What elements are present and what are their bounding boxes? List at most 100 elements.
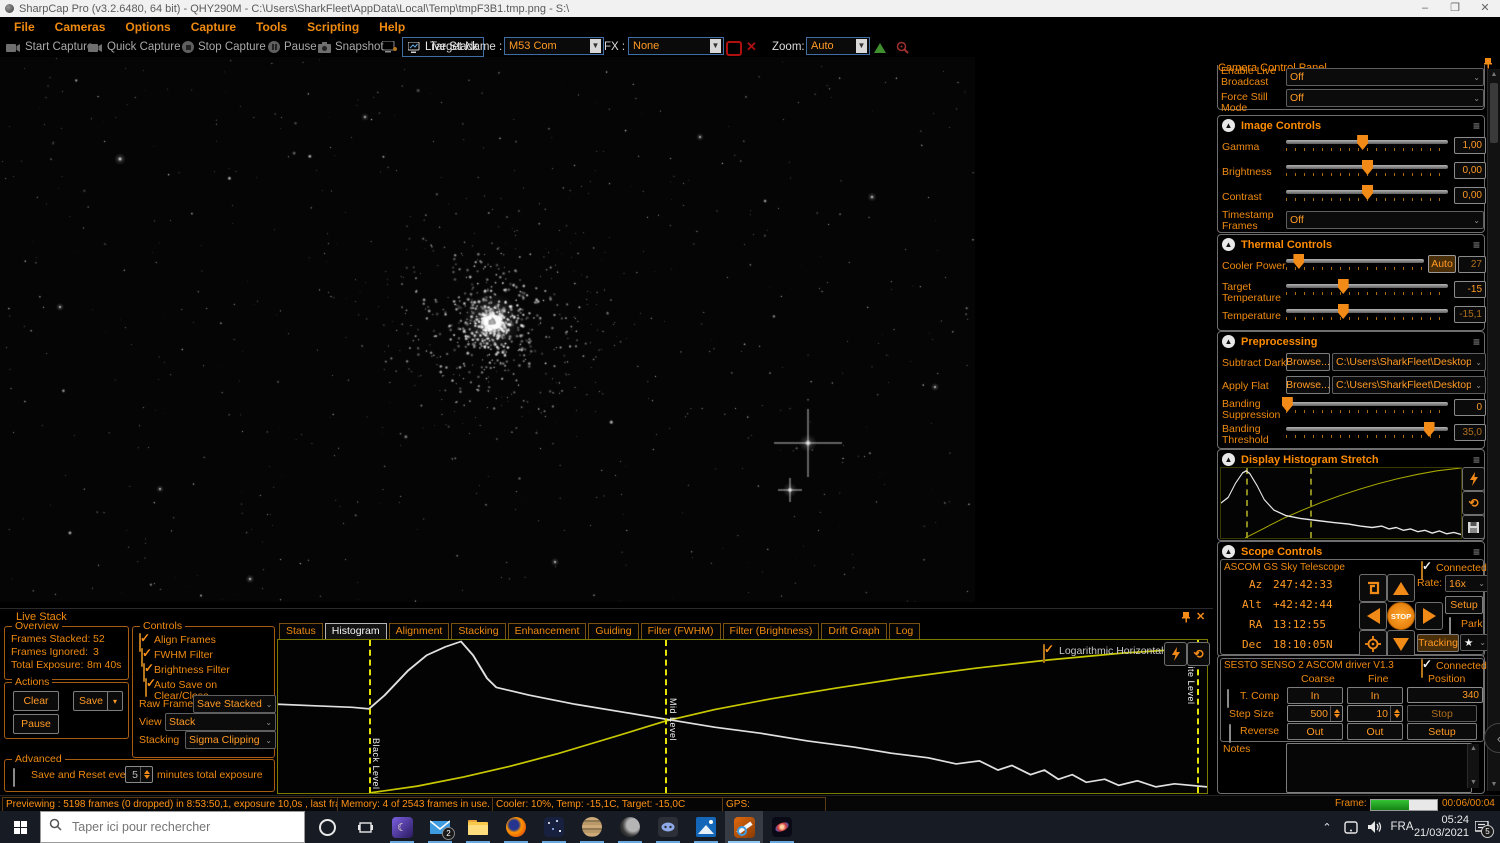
spinner-arrows-icon[interactable] — [1390, 706, 1402, 721]
start-capture-button[interactable]: Start Capture — [6, 37, 93, 57]
reticle-zoom-icon[interactable] — [896, 37, 909, 57]
search-input[interactable] — [70, 819, 284, 835]
spiral-search-button[interactable] — [1359, 574, 1387, 602]
spinner-arrows-icon[interactable] — [140, 767, 152, 782]
raw-frames-select[interactable]: Save Stacked⌄ — [193, 695, 276, 713]
notes-scrollbar[interactable]: ▲▼ — [1467, 744, 1479, 788]
pause-stack-button[interactable]: Pause — [13, 714, 59, 734]
save-stretch-button[interactable] — [1462, 515, 1485, 539]
cortana-icon[interactable] — [312, 811, 342, 843]
galaxy-app-icon[interactable] — [763, 811, 801, 843]
tab-enhancement[interactable]: Enhancement — [508, 623, 587, 640]
restore-button[interactable]: ❐ — [1440, 0, 1470, 17]
focuser-position-value[interactable]: 340 — [1407, 687, 1483, 703]
coarse-step-spinner[interactable]: 500 — [1287, 705, 1343, 722]
target-temperature-value[interactable]: -15 — [1454, 281, 1486, 298]
histogram-triangle-icon[interactable] — [874, 43, 886, 53]
fx-select[interactable]: None ▼ — [628, 37, 724, 55]
save-button[interactable]: Save — [73, 691, 109, 711]
save-reset-checkbox[interactable] — [13, 768, 15, 787]
hamburger-menu-icon[interactable]: ≡ — [1473, 119, 1480, 133]
collapse-chevron-icon[interactable]: ▲ — [1222, 453, 1235, 466]
display-monitor-icon[interactable] — [382, 37, 397, 57]
collapse-chevron-icon[interactable]: ▲ — [1222, 545, 1235, 558]
sharpcap-taskbar-icon[interactable] — [725, 811, 763, 843]
snapshot-button[interactable]: Snapshot — [318, 37, 384, 57]
menu-capture[interactable]: Capture — [181, 20, 246, 34]
menu-tools[interactable]: Tools — [246, 20, 297, 34]
tracking-button[interactable]: Tracking — [1417, 634, 1459, 652]
auto-stretch-lightning-button[interactable] — [1462, 467, 1485, 491]
stack-histogram-plot[interactable]: Black Level Mid Level White Level Logari… — [277, 639, 1208, 794]
reverse-checkbox[interactable] — [1229, 724, 1231, 743]
fine-in-button[interactable]: In — [1347, 687, 1403, 704]
menu-file[interactable]: File — [4, 20, 45, 34]
clear-selection-icon[interactable]: ✕ — [746, 37, 757, 57]
hamburger-menu-icon[interactable]: ≡ — [1473, 453, 1480, 467]
scrollbar-thumb[interactable] — [1490, 83, 1498, 143]
photos-app-icon[interactable] — [687, 811, 725, 843]
slew-right-button[interactable] — [1415, 602, 1443, 630]
moon-app-icon[interactable] — [611, 811, 649, 843]
quick-capture-button[interactable]: Quick Capture ▾ — [88, 37, 189, 57]
tab-drift-graph[interactable]: Drift Graph — [821, 623, 886, 640]
tab-histogram[interactable]: Histogram — [325, 623, 387, 640]
gamma-slider[interactable] — [1286, 140, 1448, 144]
tab-status[interactable]: Status — [279, 623, 323, 640]
subtract-dark-browse-button[interactable]: Browse... — [1286, 353, 1330, 371]
focuser-setup-button[interactable]: Setup — [1407, 723, 1477, 740]
stellarium-icon[interactable] — [535, 811, 573, 843]
menu-help[interactable]: Help — [369, 20, 415, 34]
banding-suppression-slider[interactable] — [1286, 402, 1448, 406]
close-panel-icon[interactable]: ✕ — [1196, 610, 1205, 623]
subtract-dark-path-select[interactable]: C:\Users\SharkFleet\Desktop\dark...⌄ — [1332, 353, 1486, 371]
tab-filter-fwhm[interactable]: Filter (FWHM) — [641, 623, 721, 640]
apply-flat-path-select[interactable]: C:\Users\SharkFleet\Desktop\21_2...⌄ — [1332, 376, 1486, 394]
tray-expand-chevron-icon[interactable]: ⌃ — [1315, 811, 1339, 843]
file-explorer-icon[interactable] — [459, 811, 497, 843]
planetarium-app-icon[interactable]: ☾ — [383, 811, 421, 843]
cooler-auto-button[interactable]: Auto — [1428, 255, 1456, 273]
tab-guiding[interactable]: Guiding — [588, 623, 638, 640]
goto-target-button[interactable] — [1359, 630, 1387, 658]
menu-options[interactable]: Options — [115, 20, 180, 34]
star-cluster-image[interactable] — [0, 57, 975, 602]
rate-select[interactable]: 16x⌄ — [1445, 575, 1489, 592]
reset-stretch-button[interactable]: ⟲ — [1462, 491, 1485, 515]
stretch-histogram-plot[interactable] — [1220, 467, 1462, 539]
log-axis-checkbox[interactable] — [1043, 644, 1045, 663]
slew-up-button[interactable] — [1387, 574, 1415, 602]
mail-app-icon[interactable]: 2 — [421, 811, 459, 843]
auto-save-checkbox[interactable] — [145, 678, 147, 697]
collapse-chevron-icon[interactable]: ▲ — [1222, 119, 1235, 132]
focuser-stop-button[interactable]: Stop — [1407, 705, 1477, 722]
notes-textarea[interactable] — [1286, 743, 1472, 793]
hamburger-menu-icon[interactable]: ≡ — [1473, 335, 1480, 349]
brightness-slider[interactable] — [1286, 165, 1448, 169]
tray-device-icon[interactable] — [1339, 811, 1363, 843]
t-comp-checkbox[interactable] — [1227, 689, 1229, 708]
cooler-power-slider[interactable] — [1286, 259, 1424, 263]
force-still-mode-select[interactable]: Off⌄ — [1286, 89, 1484, 107]
collapse-chevron-icon[interactable]: ▲ — [1222, 335, 1235, 348]
slew-down-button[interactable] — [1387, 630, 1415, 658]
hamburger-menu-icon[interactable]: ≡ — [1473, 545, 1480, 559]
planet-app-icon[interactable] — [573, 811, 611, 843]
minutes-spinner[interactable]: 5 — [125, 766, 153, 783]
clock[interactable]: 05:24 21/03/2021 — [1417, 811, 1469, 843]
language-indicator[interactable]: FRA — [1387, 811, 1417, 843]
coarse-out-button[interactable]: Out — [1287, 723, 1343, 740]
zoom-select[interactable]: Auto ▼ — [806, 37, 870, 55]
firefox-icon[interactable] — [497, 811, 535, 843]
collapse-chevron-icon[interactable]: ▲ — [1222, 238, 1235, 251]
contrast-slider[interactable] — [1286, 190, 1448, 194]
coarse-in-button[interactable]: In — [1287, 687, 1343, 704]
auto-stretch-lightning-button[interactable] — [1164, 642, 1187, 666]
pause-button[interactable]: Pause — [268, 37, 317, 57]
camera-panel-scrollbar[interactable]: ▲ ▼ — [1487, 69, 1500, 791]
tab-log[interactable]: Log — [889, 623, 921, 640]
timestamp-frames-select[interactable]: Off⌄ — [1286, 211, 1484, 229]
target-name-select[interactable]: M53 Com ▼ — [504, 37, 604, 55]
tracking-rate-star-select[interactable]: ★⌄ — [1460, 634, 1490, 651]
fine-step-spinner[interactable]: 10 — [1347, 705, 1403, 722]
